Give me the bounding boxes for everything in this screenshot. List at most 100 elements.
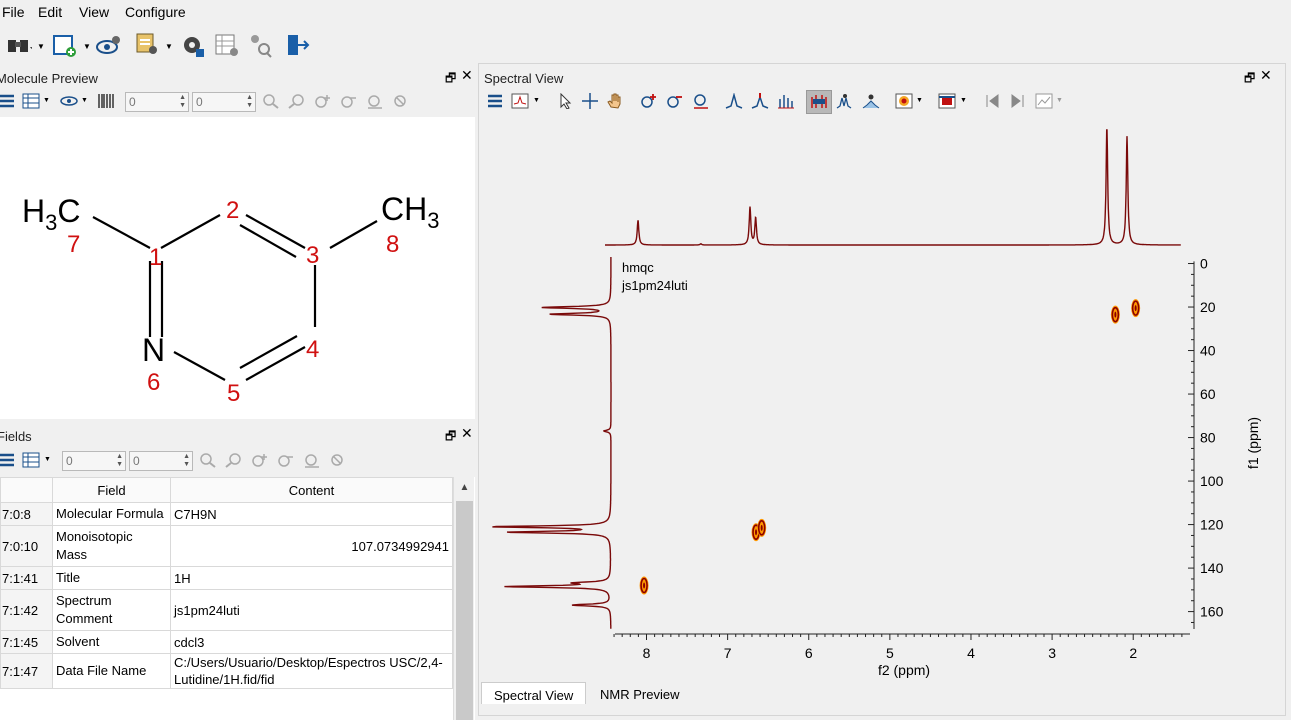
zoom-reset-icon[interactable] xyxy=(392,93,410,109)
scrollbar-thumb[interactable] xyxy=(456,501,473,720)
zoom-out-icon[interactable] xyxy=(666,93,684,109)
grid-view-icon[interactable] xyxy=(22,93,40,109)
field-name-cell[interactable]: Title xyxy=(52,566,171,590)
zoom-out-icon[interactable] xyxy=(340,93,358,109)
column-header-content[interactable]: Content xyxy=(170,477,453,503)
dropdown-arrow-icon[interactable]: ▼ xyxy=(1056,97,1063,104)
molecule-search-icon[interactable] xyxy=(248,32,274,58)
integrate-icon[interactable] xyxy=(810,93,828,109)
menu-icon[interactable] xyxy=(0,452,16,468)
atom-label: CH3 xyxy=(381,191,439,233)
vertical-scrollbar[interactable]: ▲ xyxy=(453,477,474,720)
spin-input[interactable]: 0 ▲ ▼ xyxy=(192,92,256,112)
zoom-reset-icon[interactable] xyxy=(329,452,347,468)
float-panel-icon[interactable]: 🗗 xyxy=(445,69,456,90)
table-row[interactable]: 7:1:47 Data File Name C:/Users/Usuario/Des… xyxy=(0,653,453,689)
dropdown-arrow-icon[interactable]: ▼ xyxy=(165,42,173,51)
menu-icon[interactable] xyxy=(486,93,504,109)
dropdown-arrow-icon[interactable]: ▼ xyxy=(533,97,540,104)
spectrum-view-icon[interactable] xyxy=(511,93,529,109)
close-icon[interactable]: ✕ xyxy=(461,67,473,84)
column-header-field[interactable]: Field xyxy=(52,477,171,503)
dropdown-arrow-icon[interactable]: ▼ xyxy=(83,42,91,51)
new-document-icon[interactable] xyxy=(52,32,78,58)
dropdown-arrow-icon[interactable]: ▼ xyxy=(916,97,923,104)
peak-eye-icon[interactable] xyxy=(836,93,854,109)
eye-icon[interactable] xyxy=(60,93,78,109)
multiplet-icon[interactable] xyxy=(777,93,795,109)
y-tick-label: 140 xyxy=(1200,560,1224,576)
float-panel-icon[interactable]: 🗗 xyxy=(445,427,456,448)
menu-icon[interactable] xyxy=(0,93,16,109)
zoom-in-icon[interactable] xyxy=(251,452,269,468)
scroll-up-icon[interactable]: ▲ xyxy=(456,479,473,497)
zoom-tool-icon[interactable] xyxy=(288,93,306,109)
layout-icon[interactable] xyxy=(938,93,956,109)
zoom-fit-icon[interactable] xyxy=(303,452,321,468)
peak-pick-icon[interactable] xyxy=(725,93,743,109)
zoom-fit-icon[interactable] xyxy=(692,93,710,109)
tab-nmr-preview[interactable]: NMR Preview xyxy=(588,682,691,704)
table-row[interactable]: 7:1:45 Solvent cdcl3 xyxy=(0,630,453,654)
pan-hand-icon[interactable] xyxy=(606,93,624,109)
hmqc-spectrum-plot[interactable]: 8 7 6 5 4 3 2 0 20 40 60 80 100 120 140 160 hmqc js1pm… xyxy=(480,117,1280,680)
binoculars-icon[interactable] xyxy=(6,32,32,58)
zoom-tool-icon[interactable] xyxy=(262,93,280,109)
barcode-icon[interactable] xyxy=(97,93,115,109)
contour-icon[interactable] xyxy=(895,93,913,109)
dropdown-arrow-icon[interactable]: ▼ xyxy=(43,97,50,104)
table-row[interactable]: 7:1:42 Spectrum Comment js1pm24luti xyxy=(0,589,453,631)
field-name-cell[interactable]: Data File Name xyxy=(52,653,171,689)
atom-number: 1 xyxy=(149,244,162,271)
field-content-cell[interactable]: cdcl3 xyxy=(170,630,453,654)
chart-settings-icon[interactable] xyxy=(1035,93,1053,109)
field-name-cell[interactable]: Monoisotopic Mass xyxy=(52,525,171,567)
menu-configure[interactable]: Configure xyxy=(125,4,186,20)
table-row[interactable]: 7:1:41 Title 1H xyxy=(0,566,453,590)
pointer-icon[interactable] xyxy=(556,93,574,109)
spin-input[interactable]: 0 ▲ ▼ xyxy=(62,451,126,471)
dropdown-arrow-icon[interactable]: ▼ xyxy=(37,42,45,51)
close-icon[interactable]: ✕ xyxy=(461,425,473,442)
exit-door-icon[interactable] xyxy=(284,32,310,58)
zoom-in-icon[interactable] xyxy=(314,93,332,109)
field-content-cell[interactable]: js1pm24luti xyxy=(170,589,453,631)
field-content-cell[interactable]: 1H xyxy=(170,566,453,590)
zoom-tool-icon[interactable] xyxy=(199,452,217,468)
close-icon[interactable]: ✕ xyxy=(1260,67,1272,84)
last-page-icon[interactable] xyxy=(1009,93,1027,109)
dropdown-arrow-icon[interactable]: ▼ xyxy=(44,456,51,463)
peak-marker-icon[interactable] xyxy=(751,93,769,109)
clipboard-gear-icon[interactable] xyxy=(134,30,160,56)
dropdown-arrow-icon[interactable]: ▼ xyxy=(960,97,967,104)
menu-file[interactable]: File xyxy=(2,4,25,20)
crosshair-icon[interactable] xyxy=(581,93,599,109)
settings-gear-icon[interactable] xyxy=(180,32,206,58)
visibility-icon[interactable] xyxy=(862,93,880,109)
tab-spectral-view[interactable]: Spectral View xyxy=(481,682,587,704)
menu-edit[interactable]: Edit xyxy=(38,4,62,20)
spin-input[interactable]: 0 ▲ ▼ xyxy=(125,92,189,112)
zoom-fit-icon[interactable] xyxy=(366,93,384,109)
grid-view-icon[interactable] xyxy=(22,452,40,468)
spin-input[interactable]: 0 ▲ ▼ xyxy=(129,451,193,471)
first-page-icon[interactable] xyxy=(983,93,1001,109)
zoom-tool-icon[interactable] xyxy=(225,452,243,468)
float-panel-icon[interactable]: 🗗 xyxy=(1244,69,1255,90)
field-name-cell[interactable]: Molecular Formula xyxy=(52,502,171,526)
atom-number: 2 xyxy=(226,197,239,224)
field-name-cell[interactable]: Spectrum Comment xyxy=(52,589,171,631)
zoom-out-icon[interactable] xyxy=(277,452,295,468)
field-content-cell[interactable]: 107.0734992941 xyxy=(170,525,453,567)
view-eye-gear-icon[interactable] xyxy=(96,32,122,58)
menu-view[interactable]: View xyxy=(79,4,109,20)
field-content-cell[interactable]: C:/Users/Usuario/Desktop/Espectros USC/2… xyxy=(170,653,453,689)
dropdown-arrow-icon[interactable]: ▼ xyxy=(81,97,88,104)
zoom-in-icon[interactable] xyxy=(640,93,658,109)
field-name-cell[interactable]: Solvent xyxy=(52,630,171,654)
field-content-cell[interactable]: C7H9N xyxy=(170,502,453,526)
table-gear-icon[interactable] xyxy=(214,32,240,58)
y-tick-label: 20 xyxy=(1200,299,1216,315)
table-row[interactable]: 7:0:10 Monoisotopic Mass 107.0734992941 xyxy=(0,525,453,567)
table-row[interactable]: 7:0:8 Molecular Formula C7H9N xyxy=(0,502,453,526)
